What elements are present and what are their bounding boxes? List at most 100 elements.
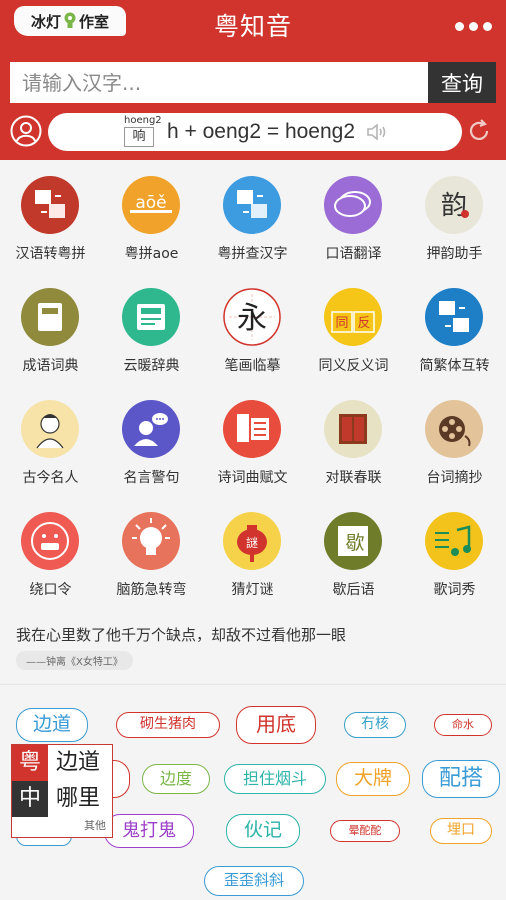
tool-xiehouyu[interactable]: 歇 歇后语 — [303, 496, 404, 608]
tool-label: 名言警句 — [123, 470, 180, 486]
more-dot — [469, 22, 478, 31]
tool-speech-translate[interactable]: 口语翻译 — [303, 160, 404, 272]
tool-label: 绕口令 — [29, 582, 72, 598]
svg-text:永: 永 — [237, 301, 267, 336]
tool-label: 诗词曲赋文 — [217, 470, 288, 486]
word-tag[interactable]: 边度 — [142, 764, 210, 794]
word-tag[interactable]: 配搭 — [422, 760, 500, 798]
character-hanzi: 响 — [124, 127, 154, 147]
tool-famous-people[interactable]: 古今名人 — [0, 384, 101, 496]
tool-label: 成语词典 — [22, 358, 79, 374]
word-tag[interactable]: 冇核 — [344, 712, 406, 738]
word-tag[interactable]: 命水 — [434, 714, 492, 736]
tool-jyutping-aoe[interactable]: aōě 粤拼aoe — [101, 160, 202, 272]
stroke-icon: 永 — [223, 288, 281, 346]
tool-label: 对联春联 — [325, 470, 382, 486]
lantern-riddle-icon: 謎 — [223, 512, 281, 570]
tool-brain-teaser[interactable]: 脑筋急转弯 — [101, 496, 202, 608]
tool-label: 简繁体互转 — [419, 358, 490, 374]
cantonese-word: 边道 — [56, 750, 101, 775]
word-tag[interactable]: 歪歪斜斜 — [204, 866, 304, 896]
word-tag[interactable]: 边道 — [16, 708, 88, 742]
rhyme-icon: 韵 — [425, 176, 483, 234]
svg-text:同: 同 — [335, 316, 348, 331]
word-tag[interactable]: 鬼打鬼 — [104, 814, 194, 848]
tool-label: 猜灯谜 — [231, 582, 274, 598]
word-tag[interactable]: 伙记 — [226, 814, 300, 848]
tool-idiom-dictionary[interactable]: 成语词典 — [0, 272, 101, 384]
tool-lantern-riddle[interactable]: 謎 猜灯谜 — [202, 496, 303, 608]
tool-tongue-twister[interactable]: 绕口令 — [0, 496, 101, 608]
tool-label: 笔画临摹 — [224, 358, 281, 374]
pronunciation-formula: h + oeng2 = hoeng2 — [167, 120, 356, 143]
jyutping-aoe-icon: aōě — [122, 176, 180, 234]
tool-chinese-to-jyutping[interactable]: 汉语转粤拼 — [0, 160, 101, 272]
search-button[interactable]: 查询 — [428, 62, 496, 103]
search-bar: 查询 — [10, 62, 496, 103]
word-tag[interactable]: 埋口 — [430, 818, 492, 844]
tool-label: 脑筋急转弯 — [116, 582, 187, 598]
jyutping-lookup-icon — [223, 176, 281, 234]
svg-text:aōě: aōě — [135, 193, 166, 213]
svg-text:歇: 歇 — [345, 532, 364, 554]
more-menu-icon[interactable] — [455, 22, 492, 31]
tool-label: 同义反义词 — [318, 358, 389, 374]
search-input[interactable] — [10, 62, 428, 103]
tool-rhyme[interactable]: 韵 押韵助手 — [404, 160, 505, 272]
user-icon[interactable] — [10, 115, 42, 147]
tool-jyutping-lookup[interactable]: 粤拼查汉字 — [202, 160, 303, 272]
tool-label: 云暖辞典 — [123, 358, 180, 374]
tools-grid: 汉语转粤拼 aōě 粤拼aoe 粤拼查汉字 口语翻译 韵 押韵助手 成语词典 云… — [0, 160, 506, 608]
more-dot — [483, 22, 492, 31]
tool-poetry[interactable]: 诗词曲赋文 — [202, 384, 303, 496]
mandarin-label: 中 — [12, 781, 48, 817]
xiehouyu-icon: 歇 — [324, 512, 382, 570]
quote-person-icon — [122, 400, 180, 458]
pronunciation-bar: hoeng2 响 h + oeng2 = hoeng2 — [48, 113, 462, 151]
tool-simplified-traditional[interactable]: 简繁体互转 — [404, 272, 505, 384]
tool-famous-quotes[interactable]: 名言警句 — [101, 384, 202, 496]
tool-label: 歌词秀 — [433, 582, 476, 598]
couplet-door-icon — [324, 400, 382, 458]
speaker-icon[interactable] — [366, 123, 388, 141]
tool-label: 歇后语 — [332, 582, 375, 598]
tool-stroke[interactable]: 永 笔画临摹 — [202, 272, 303, 384]
cantonese-label: 粤 — [12, 745, 48, 781]
svg-text:謎: 謎 — [246, 536, 258, 550]
daily-quote[interactable]: 我在心里数了他千万个缺点，却敌不过看他那一眼 — [16, 624, 496, 645]
word-tag[interactable]: 用底 — [236, 706, 316, 744]
tool-film-lines[interactable]: 台词摘抄 — [404, 384, 505, 496]
tool-label: 古今名人 — [22, 470, 79, 486]
more-dot — [455, 22, 464, 31]
poetry-icon — [223, 400, 281, 458]
tool-synonym[interactable]: 同 反 同义反义词 — [303, 272, 404, 384]
tongue-twister-icon — [21, 512, 79, 570]
speech-bubble-icon — [324, 176, 382, 234]
quote-source: ——钟离《X女特工》 — [16, 651, 133, 670]
word-tag[interactable]: 大牌 — [336, 762, 410, 796]
music-note-icon — [425, 512, 483, 570]
tool-label: 汉语转粤拼 — [15, 246, 86, 262]
refresh-icon[interactable] — [466, 118, 492, 144]
chinese-to-jyutping-icon — [21, 176, 79, 234]
synonym-icon: 同 反 — [324, 288, 382, 346]
word-tag[interactable]: 晕酡酡 — [330, 820, 400, 842]
famous-person-icon — [21, 400, 79, 458]
tool-dictionary[interactable]: 云暖辞典 — [101, 272, 202, 384]
tool-lyrics-show[interactable]: 歌词秀 — [404, 496, 505, 608]
word-tag[interactable]: 担住烟斗 — [224, 764, 326, 794]
character-jyutping: hoeng2 — [124, 115, 162, 126]
mandarin-word: 哪里 — [56, 786, 101, 811]
svg-text:反: 反 — [357, 316, 370, 331]
brain-bulb-icon — [122, 512, 180, 570]
tool-label: 押韵助手 — [426, 246, 483, 262]
tool-label: 口语翻译 — [325, 246, 382, 262]
app-header: 冰灯 作室 粤知音 查询 hoeng2 响 h + oeng2 = hoeng2 — [0, 0, 506, 160]
tool-label: 粤拼查汉字 — [217, 246, 288, 262]
other-link[interactable]: 其他 — [84, 817, 106, 833]
word-tag[interactable]: 砌生猪肉 — [116, 712, 220, 738]
tool-couplets[interactable]: 对联春联 — [303, 384, 404, 496]
translation-popup[interactable]: 粤 中 边道 哪里 其他 — [11, 744, 113, 838]
simplified-traditional-icon — [425, 288, 483, 346]
pronunciation-character: hoeng2 响 — [124, 115, 162, 147]
